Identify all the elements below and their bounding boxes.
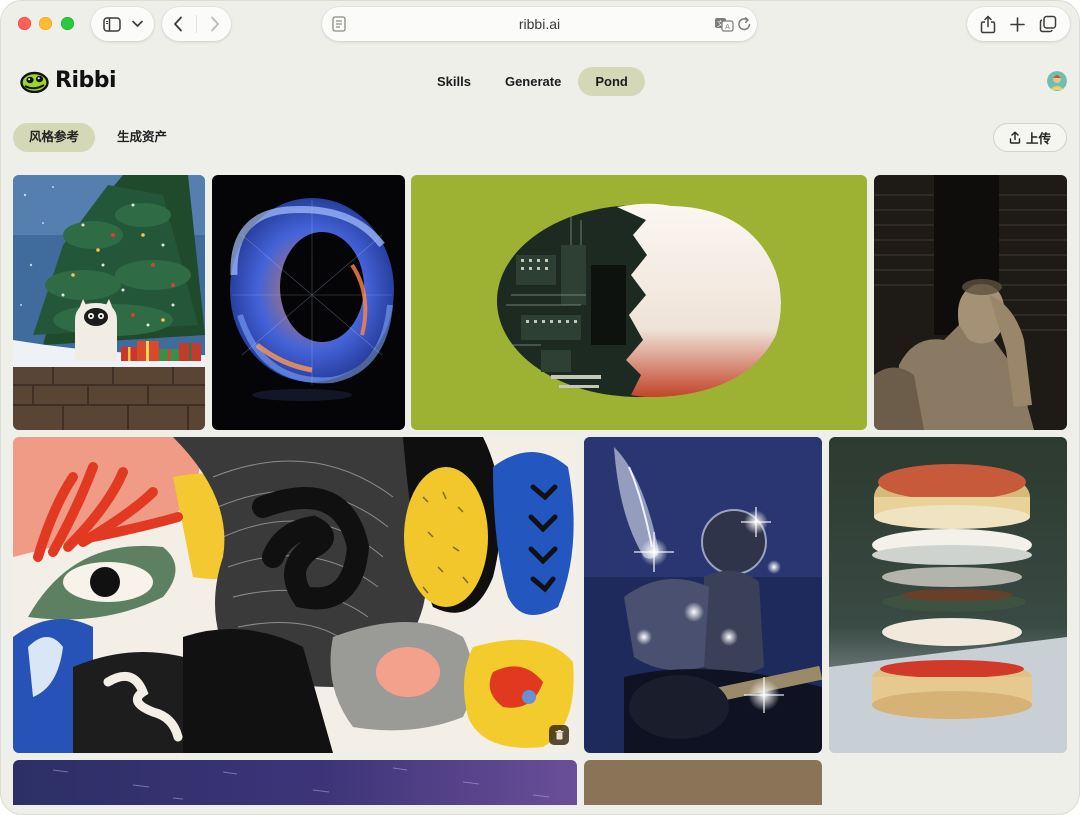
gallery-tile-christmas-tree[interactable] — [13, 175, 205, 430]
gallery-tile-burger[interactable] — [829, 437, 1067, 753]
share-icon[interactable] — [980, 15, 996, 34]
gallery-tile-abstract-ear[interactable] — [13, 437, 577, 753]
gallery-tile-glass-ring[interactable] — [212, 175, 405, 430]
browser-window: ribbi.ai 文A Ribbi Skills Generate Pond 风… — [0, 0, 1080, 815]
night-sky-image — [13, 760, 577, 805]
gallery-tile-night-sky[interactable] — [13, 760, 577, 805]
thinking-statue-image — [874, 175, 1067, 430]
forward-icon[interactable] — [210, 16, 220, 32]
url-text: ribbi.ai — [518, 16, 561, 32]
sub-tabs: 风格参考 生成资产 — [13, 123, 183, 152]
sidebar-toggle-group — [91, 7, 154, 41]
mirror-ball-guitarist-image — [584, 437, 822, 753]
trash-icon — [555, 730, 564, 740]
tab-pond[interactable]: Pond — [578, 67, 645, 96]
address-bar[interactable]: ribbi.ai 文A — [322, 7, 757, 41]
upload-button[interactable]: 上传 — [993, 123, 1067, 152]
tab-generated-assets[interactable]: 生成资产 — [101, 123, 183, 152]
gallery-tile-statue[interactable] — [874, 175, 1067, 430]
gallery-tile-circuit-egg[interactable] — [411, 175, 867, 430]
close-window-button[interactable] — [18, 17, 31, 30]
nav-divider — [195, 15, 197, 33]
minimize-window-button[interactable] — [39, 17, 52, 30]
tab-generate[interactable]: Generate — [488, 67, 578, 96]
ribbi-logo[interactable]: Ribbi — [20, 68, 117, 93]
tab-style-reference[interactable]: 风格参考 — [13, 123, 96, 152]
chevron-down-icon[interactable] — [131, 20, 143, 28]
tab-skills[interactable]: Skills — [420, 67, 488, 96]
floating-burger-image — [829, 437, 1067, 753]
sidebar-icon[interactable] — [102, 16, 121, 32]
frog-logo-icon — [20, 69, 49, 93]
translate-icon[interactable]: 文A — [714, 16, 734, 32]
upload-label: 上传 — [1025, 132, 1051, 146]
svg-text:A: A — [725, 23, 730, 31]
gallery-tile-brown[interactable] — [584, 760, 822, 805]
glass-ring-image — [212, 175, 405, 430]
upload-icon — [1009, 131, 1021, 144]
collection-badge[interactable] — [549, 725, 569, 745]
tabs-icon[interactable] — [1039, 15, 1057, 33]
circuit-egg-image — [411, 175, 867, 430]
back-icon[interactable] — [173, 16, 183, 32]
browser-toolbar: ribbi.ai 文A — [0, 0, 1080, 50]
gallery-tile-disco-guitar[interactable] — [584, 437, 822, 753]
reload-icon[interactable] — [737, 16, 752, 32]
history-nav-group — [162, 7, 231, 41]
plus-icon[interactable] — [1010, 16, 1025, 32]
logo-text: Ribbi — [55, 68, 117, 93]
zoom-window-button[interactable] — [61, 17, 74, 30]
christmas-tree-image — [13, 175, 205, 430]
main-nav: Skills Generate Pond — [420, 67, 645, 96]
avatar[interactable] — [1047, 71, 1067, 91]
browser-actions-group — [967, 7, 1070, 41]
brown-texture-image — [584, 760, 822, 805]
abstract-ear-image — [13, 437, 577, 753]
